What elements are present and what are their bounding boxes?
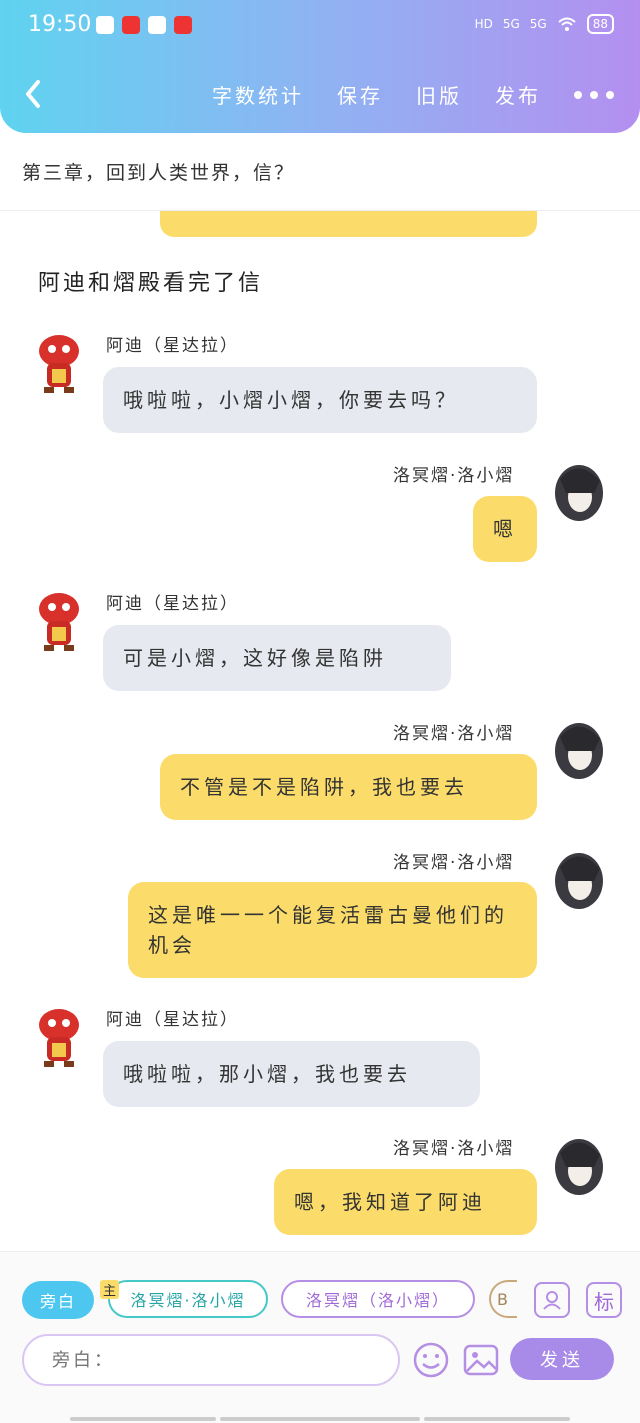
red-dragon-avatar[interactable] <box>30 587 88 653</box>
sender-name: 阿迪（星达拉） <box>106 1010 239 1030</box>
image-icon[interactable] <box>462 1341 500 1379</box>
dark-haired-boy-avatar[interactable] <box>550 459 608 525</box>
chapter-title[interactable]: 第三章，回到人类世界，信？ <box>22 158 295 185</box>
nav-bar-segment <box>424 1417 570 1421</box>
status-time: 19:50 <box>28 12 92 37</box>
signal-5g-1: 5G <box>502 17 520 31</box>
red-dragon-avatar[interactable] <box>30 329 88 395</box>
status-system-icons: HD 5G 5G 88 <box>475 14 614 34</box>
role-chip[interactable]: 洛冥熠（洛小熠） <box>281 1280 475 1318</box>
more-options-icon[interactable] <box>574 90 614 99</box>
gift-icon <box>174 16 192 34</box>
role-chip-partial[interactable]: B <box>489 1280 517 1318</box>
battery-indicator: 88 <box>586 14 614 34</box>
sender-name: 洛冥熠·洛小熠 <box>393 853 515 873</box>
red-dragon-avatar[interactable] <box>30 1003 88 1069</box>
book-icon <box>148 16 166 34</box>
partial-message-bubble <box>160 211 537 237</box>
nav-bar-segment <box>220 1417 420 1421</box>
nav-bar-segment <box>70 1417 216 1421</box>
dark-haired-boy-avatar[interactable] <box>550 717 608 783</box>
mark-tool-icon[interactable]: 标 <box>586 1282 622 1318</box>
narrator-role-chip[interactable]: 旁白 <box>22 1281 94 1319</box>
message-input-wrapper <box>22 1334 400 1386</box>
message-bubble-right[interactable]: 嗯 <box>473 496 537 562</box>
message-bubble-left[interactable]: 可是小熠，这好像是陷阱 <box>103 625 451 691</box>
sender-name: 洛冥熠·洛小熠 <box>393 466 515 486</box>
dark-haired-boy-avatar[interactable] <box>550 1133 608 1199</box>
save-button[interactable]: 保存 <box>337 80 383 109</box>
role-chip-main[interactable]: 洛冥熠·洛小熠 <box>108 1280 268 1318</box>
message-bubble-left[interactable]: 哦啦啦，小熠小熠，你要去吗？ <box>103 367 537 433</box>
message-bubble-left[interactable]: 哦啦啦，那小熠，我也要去 <box>103 1041 480 1107</box>
message-bubble-right[interactable]: 这是唯一一个能复活雷古曼他们的机会 <box>128 882 537 978</box>
chat-area[interactable]: 阿迪和熠殿看完了信 阿迪（星达拉） 哦啦啦，小熠小熠，你要去吗？ 洛冥熠·洛小熠… <box>0 211 640 1251</box>
publish-button[interactable]: 发布 <box>495 80 541 109</box>
sender-name: 阿迪（星达拉） <box>106 594 239 614</box>
old-version-button[interactable]: 旧版 <box>416 80 462 109</box>
main-role-badge: 主 <box>100 1280 120 1299</box>
emoji-icon[interactable] <box>412 1341 450 1379</box>
app-notification-icon <box>122 16 140 34</box>
wifi-icon <box>558 17 576 31</box>
header-toolbar: 字数统计 保存 旧版 发布 <box>179 80 614 109</box>
status-notification-icons <box>96 16 192 34</box>
composer-panel: 旁白 洛冥熠·洛小熠 主 洛冥熠（洛小熠） B 标 发送 <box>0 1251 640 1423</box>
narration-text: 阿迪和熠殿看完了信 <box>38 271 264 296</box>
app-header: 19:50 HD 5G 5G 88 字数统计 保存 旧版 发布 <box>0 0 640 133</box>
message-bubble-right[interactable]: 嗯，我知道了阿迪 <box>274 1169 537 1235</box>
signal-5g-2: 5G <box>529 17 547 31</box>
message-bubble-right[interactable]: 不管是不是陷阱，我也要去 <box>160 754 537 820</box>
sender-name: 洛冥熠·洛小熠 <box>393 1139 515 1159</box>
baidu-icon <box>96 16 114 34</box>
back-arrow-icon[interactable] <box>20 76 48 112</box>
word-count-button[interactable]: 字数统计 <box>212 80 304 109</box>
sender-name: 阿迪（星达拉） <box>106 336 239 356</box>
add-character-icon[interactable] <box>534 1282 570 1318</box>
hd-indicator: HD <box>474 17 493 31</box>
sender-name: 洛冥熠·洛小熠 <box>393 724 515 744</box>
message-input[interactable] <box>24 1336 398 1384</box>
dark-haired-boy-avatar[interactable] <box>550 847 608 913</box>
send-button[interactable]: 发送 <box>510 1338 614 1380</box>
